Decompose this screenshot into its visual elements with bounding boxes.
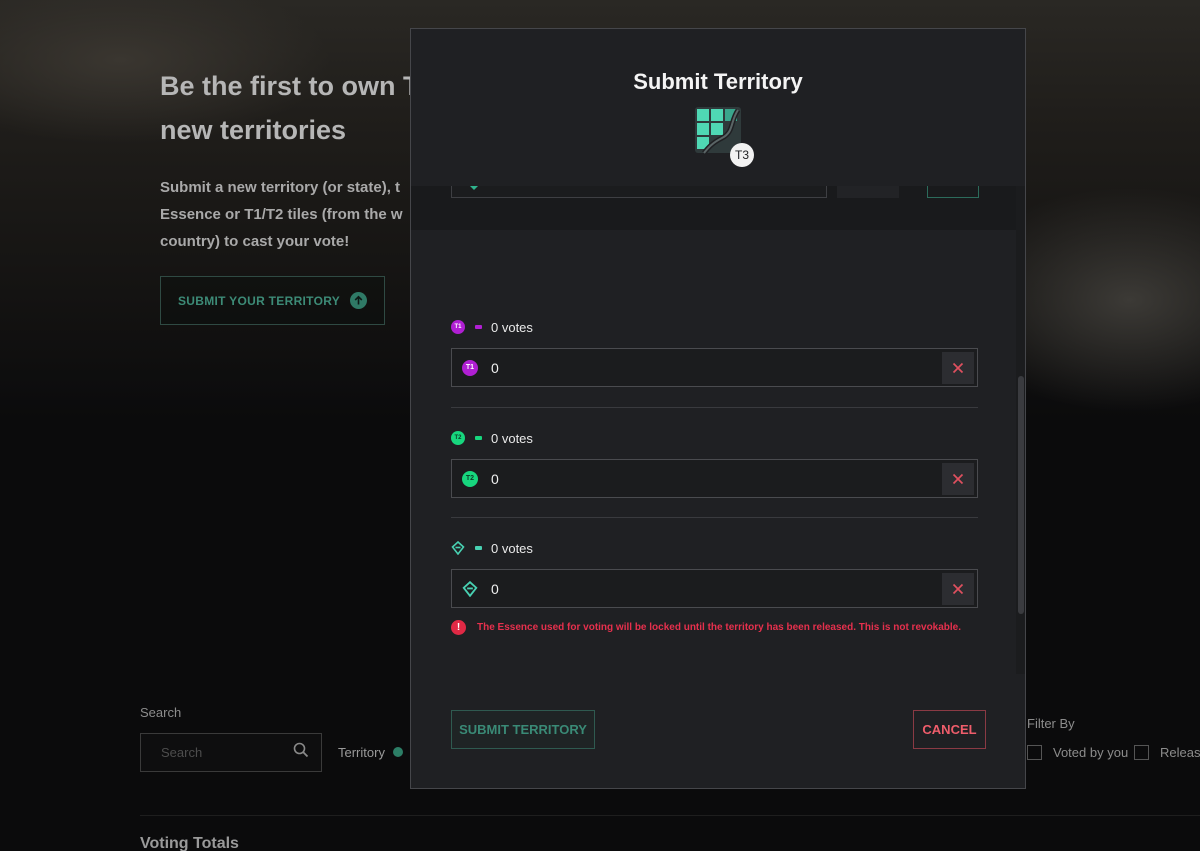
arrow-up-icon [350, 292, 368, 309]
t2-vote-value[interactable]: 0 [491, 471, 942, 487]
close-icon [952, 583, 964, 594]
close-icon [952, 473, 964, 484]
clear-essence-button[interactable] [942, 572, 974, 605]
warning-icon: ! [451, 620, 466, 635]
territory-add-button[interactable] [927, 186, 979, 198]
clear-t2-button[interactable] [942, 462, 974, 495]
released-checkbox[interactable] [1134, 745, 1149, 760]
t1-vote-summary: 0 votes [491, 319, 533, 335]
t2-token-icon: T2 [462, 470, 478, 487]
cancel-button[interactable]: CANCEL [913, 710, 986, 749]
t2-vote-summary: 0 votes [491, 430, 533, 446]
divider [451, 407, 978, 408]
divider [140, 815, 1200, 816]
minus-icon [475, 436, 482, 440]
essence-lock-warning: ! The Essence used for voting will be lo… [451, 620, 961, 635]
modal-footer: SUBMIT TERRITORY CANCEL [411, 674, 1025, 788]
close-icon [952, 362, 964, 373]
essence-vote-input[interactable]: 0 [451, 569, 978, 608]
submit-territory-modal: Submit Territory T3 T1 0 votes T1 0 T2 0… [410, 28, 1026, 789]
search-box[interactable] [140, 733, 322, 772]
submit-your-territory-label: SUBMIT YOUR TERRITORY [177, 293, 341, 308]
search-icon[interactable] [293, 742, 309, 763]
submit-territory-button[interactable]: SUBMIT TERRITORY [451, 710, 595, 749]
clear-t1-button[interactable] [942, 351, 974, 384]
search-input[interactable] [161, 745, 271, 760]
scrollbar-thumb[interactable] [1018, 376, 1024, 614]
submit-your-territory-button[interactable]: SUBMIT YOUR TERRITORY [160, 276, 385, 325]
t1-vote-block: T1 0 votes T1 0 [451, 318, 978, 387]
chevron-down-icon [470, 186, 478, 190]
released-label: Releas [1160, 745, 1200, 760]
modal-title: Submit Territory [633, 69, 803, 94]
territory-selector-section [411, 186, 1017, 230]
territory-toggle[interactable] [393, 747, 403, 757]
voted-by-you-label: Voted by you [1053, 745, 1129, 760]
t1-token-icon: T1 [451, 320, 465, 334]
t2-token-icon: T2 [451, 431, 465, 445]
voted-by-you-checkbox[interactable] [1027, 745, 1042, 760]
filter-by-label: Filter By [1027, 716, 1075, 731]
essence-icon [462, 580, 478, 597]
essence-icon [451, 541, 465, 555]
t1-vote-input[interactable]: T1 0 [451, 348, 978, 387]
divider [451, 517, 978, 518]
voting-totals-heading: Voting Totals [140, 835, 239, 851]
territory-filter-label: Territory [338, 745, 385, 760]
t2-vote-block: T2 0 votes T2 0 [451, 429, 978, 498]
essence-vote-block: 0 votes 0 [451, 539, 978, 608]
modal-header: Submit Territory T3 [411, 29, 1025, 186]
t2-vote-input[interactable]: T2 0 [451, 459, 978, 498]
minus-icon [475, 546, 482, 550]
minus-icon [475, 325, 482, 329]
search-label: Search [140, 705, 182, 720]
tier-badge: T3 [730, 143, 754, 167]
essence-vote-summary: 0 votes [491, 540, 533, 556]
territory-select[interactable] [451, 186, 827, 198]
t1-token-icon: T1 [462, 359, 478, 376]
t1-vote-value[interactable]: 0 [491, 360, 942, 376]
territory-select-field[interactable] [837, 186, 899, 198]
essence-vote-value[interactable]: 0 [491, 581, 942, 597]
warning-text: The Essence used for voting will be lock… [477, 622, 962, 633]
modal-scroll-area[interactable]: T1 0 votes T1 0 T2 0 votes T2 0 0 votes … [411, 186, 1025, 674]
